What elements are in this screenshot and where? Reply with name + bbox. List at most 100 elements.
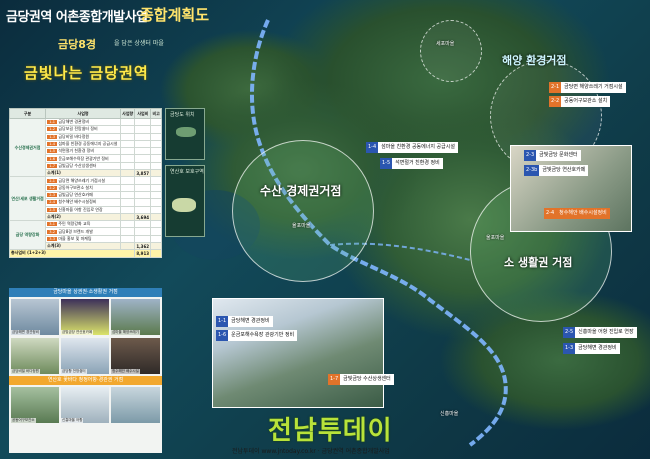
project-cost-cell bbox=[134, 234, 152, 244]
callout-2-3b[interactable]: 2-3b 금빛금당 연산호카페 bbox=[524, 165, 589, 176]
callout-label: 신흥마을 어항 진입로 연장 bbox=[575, 327, 637, 338]
col-header: 사업비 bbox=[134, 108, 152, 119]
callout-1-1[interactable]: 1-1 금당해변 경관정비 bbox=[216, 316, 273, 327]
callout-1-4[interactable]: 1-4 섬마을 친환경 공동에너지 공급시설 bbox=[366, 142, 458, 153]
callout-1-7[interactable]: 1-7 금빛금당 수산상생센터 bbox=[328, 374, 394, 385]
project-name: 금당8경 브랜드 개발 bbox=[58, 228, 93, 234]
ocean-zone-title: 해양 환경거점 bbox=[502, 54, 567, 67]
empty-cell bbox=[120, 242, 136, 251]
table-row: 수산경제권거점 1-1 금당해변 경관정비 bbox=[8, 117, 162, 178]
col-header: 구분 bbox=[8, 108, 47, 119]
project-name: 섬마을 친환경 공동에너지 공급시설 bbox=[58, 141, 118, 147]
project-qty-cell bbox=[120, 132, 136, 141]
inset-harbor-photo[interactable] bbox=[212, 298, 384, 408]
callout-2-3[interactable]: 2-3 금빛금당 문화센터 bbox=[524, 150, 581, 161]
life-zone-title: 소 생활권 거점 bbox=[504, 256, 573, 269]
total-value: 8,913 bbox=[134, 249, 152, 258]
project-name-cell: 2-2 공동어구보관소 설치 bbox=[45, 183, 122, 192]
project-name-cell: 3-2 금당8경 브랜드 개발 bbox=[45, 227, 122, 236]
project-cost-cell bbox=[134, 161, 152, 171]
section-cell: 금당 역량강화 bbox=[8, 220, 47, 251]
photo: 금당해변 경관정비 bbox=[11, 299, 59, 335]
callout-label: 청수해안 배수시설정비 bbox=[556, 208, 610, 219]
photo-caption: 섬마을 해양쓰레기 bbox=[111, 330, 140, 335]
project-qty-cell bbox=[120, 227, 136, 236]
callout-1-3-right[interactable]: 1-3 금당해변 경관정비 bbox=[563, 343, 620, 354]
photo-caption: 금당비밀 바다정원 bbox=[11, 369, 40, 374]
project-qty-cell bbox=[120, 234, 136, 244]
project-name-cell: 2-5 신흥마을 어항 진입로 연장 bbox=[45, 205, 122, 214]
project-code-badge: 2-2 bbox=[47, 185, 58, 190]
project-name-cell: 3-3 마을 홍보 및 마케팅 bbox=[45, 234, 122, 244]
project-code-badge: 1-7 bbox=[47, 163, 58, 168]
minimap-label: 연산호 보호구역 bbox=[170, 169, 204, 175]
project-name: 공동어구보관소 설치 bbox=[58, 184, 93, 190]
photo: 섬마을 해양쓰레기 bbox=[111, 299, 160, 335]
table-body: 수산경제권거점 1-1 금당해변 경관정비 1-2 금당보길 전망쉼터 정비 1-3 … bbox=[8, 117, 162, 258]
callout-code: 1-5 bbox=[380, 158, 393, 169]
project-name: 금당비밀 바다정원 bbox=[58, 133, 90, 139]
project-code-badge: 1-3 bbox=[47, 134, 58, 139]
project-note-cell bbox=[150, 234, 162, 244]
project-qty-cell bbox=[120, 190, 136, 200]
callout-code: 1-4 bbox=[366, 142, 379, 153]
subtotal-label: 소계(3) bbox=[45, 242, 122, 251]
callout-label: 석면절거 친환경 정비 bbox=[392, 158, 443, 169]
photo: 청수해안 배수시설 bbox=[111, 338, 160, 374]
village-label-sinheung: 신흥마을 bbox=[440, 411, 459, 417]
subtotal-label: 소계(2) bbox=[45, 212, 122, 222]
project-note-cell bbox=[150, 198, 162, 207]
project-name-cell: 1-6 운금포해수욕장 관광기반 정비 bbox=[45, 154, 122, 163]
project-qty-cell bbox=[120, 117, 136, 127]
project-note-cell bbox=[150, 220, 162, 229]
callout-2-1[interactable]: 2-1 금당면 해양쓰레기 거점시설 bbox=[549, 82, 626, 93]
project-name: 석면절거 친환경 정비 bbox=[58, 148, 95, 154]
project-name: 운금포해수욕장 관광기반 정비 bbox=[58, 155, 109, 161]
callout-2-5[interactable]: 2-5 신흥마을 어항 진입로 연장 bbox=[563, 327, 637, 338]
economy-zone-circle[interactable] bbox=[232, 140, 374, 282]
subtotal-value: 1,362 bbox=[134, 242, 152, 251]
project-code-badge: 2-5 bbox=[47, 207, 58, 212]
project-note-cell bbox=[150, 227, 162, 236]
project-note-cell bbox=[150, 190, 162, 200]
project-code-badge: 3-1 bbox=[47, 222, 58, 227]
tagline: 금당8경 을 담은 상생터 마을 bbox=[24, 32, 234, 54]
table-row: 금당 역량강화 3-1 주민 역량강화 교육 bbox=[8, 220, 162, 251]
photo: 공동어구보관소 bbox=[11, 387, 59, 423]
page-title: 금당권역 어촌종합개발사업 bbox=[6, 10, 148, 25]
project-note-cell bbox=[150, 117, 162, 127]
callout-2-2[interactable]: 2-2 공동어구보관소 설치 bbox=[549, 96, 611, 107]
callout-label: 금빛금당 문화센터 bbox=[536, 150, 581, 161]
village-label-ulpo: 울포마을 bbox=[486, 235, 505, 241]
callout-1-6[interactable]: 1-6 운금포해수욕장 관광기반 정비 bbox=[216, 330, 298, 341]
project-note-cell bbox=[150, 154, 162, 163]
project-cost-cell bbox=[134, 205, 152, 214]
island-shape bbox=[176, 127, 196, 137]
subtotal-value: 3,694 bbox=[134, 212, 152, 222]
brand-slogan: 금빛나는 금당권역 bbox=[24, 64, 149, 82]
photo: 신흥마을 어항 bbox=[61, 387, 109, 423]
photo-caption: 공동어구보관소 bbox=[11, 418, 36, 423]
project-qty-cell bbox=[120, 198, 136, 207]
photo bbox=[111, 387, 160, 423]
callout-code: 2-4 bbox=[544, 208, 557, 219]
tagline-rest: 을 담은 상생터 마을 bbox=[114, 40, 164, 47]
photo-caption: 청수해안 배수시설 bbox=[111, 369, 140, 374]
col-header: 비고 bbox=[150, 108, 162, 119]
project-name-cell: 1-5 석면절거 친환경 정비 bbox=[45, 147, 122, 156]
project-qty-cell bbox=[120, 154, 136, 163]
village-label-sepo: 세포마을 bbox=[436, 41, 455, 47]
project-cost-cell bbox=[134, 198, 152, 207]
total-label: 총사업비 (1+2+3) bbox=[8, 249, 136, 258]
tagline-highlight: 금당8경 bbox=[58, 38, 97, 51]
empty-cell bbox=[150, 249, 162, 258]
photo-panel: 금당마을 상권권·소생활권 거점 금당해변 경관정비 금빛금당 연산호카페 섬마… bbox=[9, 288, 162, 453]
empty-cell bbox=[150, 242, 162, 251]
callout-label: 운금포해수욕장 관광기반 정비 bbox=[228, 330, 298, 341]
project-code-badge: 1-1 bbox=[47, 120, 58, 125]
minimap-coral: 연산호 보호구역 bbox=[165, 165, 205, 237]
callout-2-4[interactable]: 2-4 청수해안 배수시설정비 bbox=[544, 208, 610, 219]
callout-1-5[interactable]: 1-5 석면절거 친환경 정비 bbox=[380, 158, 443, 169]
publisher-logo[interactable]: 전남투데이 bbox=[268, 410, 393, 447]
section-cell: 수산경제권거점 bbox=[8, 117, 47, 178]
